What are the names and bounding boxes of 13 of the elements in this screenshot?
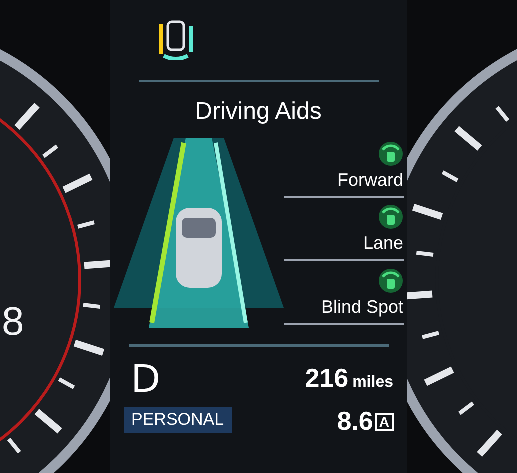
gear-indicator: D bbox=[132, 359, 160, 399]
drive-mode-label: PERSONAL bbox=[124, 407, 232, 432]
assist-label: Blind Spot bbox=[321, 296, 404, 319]
assist-label: Forward bbox=[337, 169, 404, 192]
car-sensor-icon bbox=[378, 141, 404, 168]
economy-value: 8.6 bbox=[337, 405, 374, 438]
range-unit: miles bbox=[352, 373, 394, 393]
assist-label: Lane bbox=[363, 232, 404, 256]
car-sensor-icon bbox=[378, 268, 404, 294]
car-sensor-icon bbox=[378, 204, 404, 230]
unit-mark: A bbox=[375, 412, 394, 430]
range-value: 216 bbox=[305, 362, 349, 395]
screen-title: Driving Aids bbox=[195, 97, 322, 127]
